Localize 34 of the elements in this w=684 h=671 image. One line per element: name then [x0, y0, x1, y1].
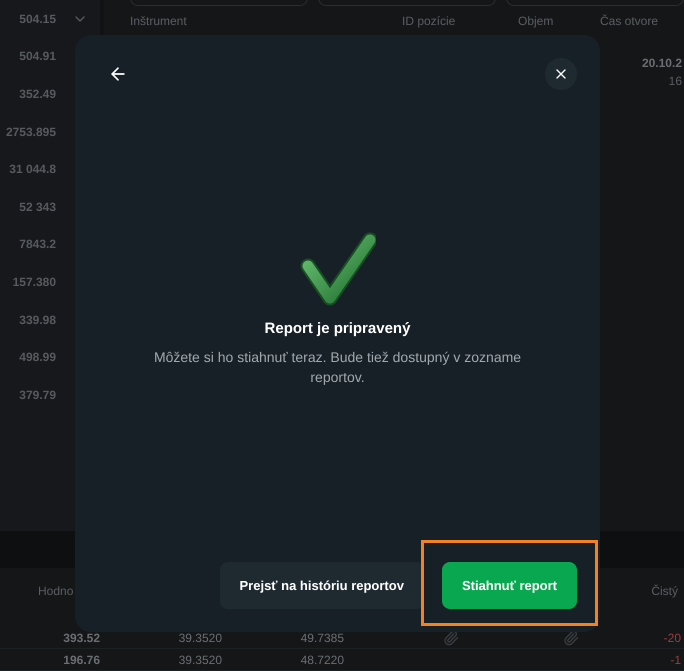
- column-header: ID pozície: [402, 13, 456, 30]
- history-button[interactable]: Prejsť na históriu reportov: [220, 562, 424, 609]
- pnl-cell-text: -1: [670, 652, 682, 668]
- dialog-message: Môžete si ho stiahnuť teraz. Bude tiež dostupný v zozname reportov.: [152, 348, 522, 386]
- price-value: 2753.895: [4, 124, 56, 141]
- column-header: Objem: [518, 13, 554, 30]
- time-cell-text: 16: [668, 73, 682, 90]
- table-cell-text: 39.3520: [178, 630, 222, 646]
- checkmark-icon: [300, 230, 376, 306]
- pnl-cell-text: -20: [664, 630, 682, 646]
- table-cell-text: 196.76: [62, 652, 100, 668]
- table-cell-text: 39.3520: [178, 652, 222, 668]
- column-header: Čas otvore: [600, 13, 658, 30]
- price-value: 52 343: [18, 198, 56, 216]
- close-button[interactable]: [545, 58, 577, 90]
- table-cell-text: 49.7385: [300, 630, 344, 646]
- paperclip-icon[interactable]: [563, 630, 579, 646]
- dialog-title: Report je pripravený: [264, 319, 410, 339]
- price-value: 157.380: [12, 274, 56, 291]
- price-value: 379.79: [18, 386, 56, 404]
- price-value: 31 044.8: [8, 161, 56, 178]
- column-header: Inštrument: [130, 13, 188, 30]
- price-value: 352.49: [18, 86, 56, 103]
- price-value: 339.98: [18, 312, 56, 329]
- table-cell-text: 48.7220: [300, 652, 344, 668]
- price-value: 504.15: [18, 10, 56, 28]
- paperclip-icon[interactable]: [443, 630, 459, 646]
- date-cell-text: 20.10.2: [642, 55, 682, 72]
- column-header: Hodno: [38, 583, 74, 600]
- table-cell-text: 393.52: [62, 630, 100, 646]
- column-header: Čistý: [651, 583, 678, 600]
- price-value: 498.99: [18, 349, 56, 366]
- price-value: 504.91: [18, 48, 56, 66]
- price-value: 7843.2: [18, 236, 56, 254]
